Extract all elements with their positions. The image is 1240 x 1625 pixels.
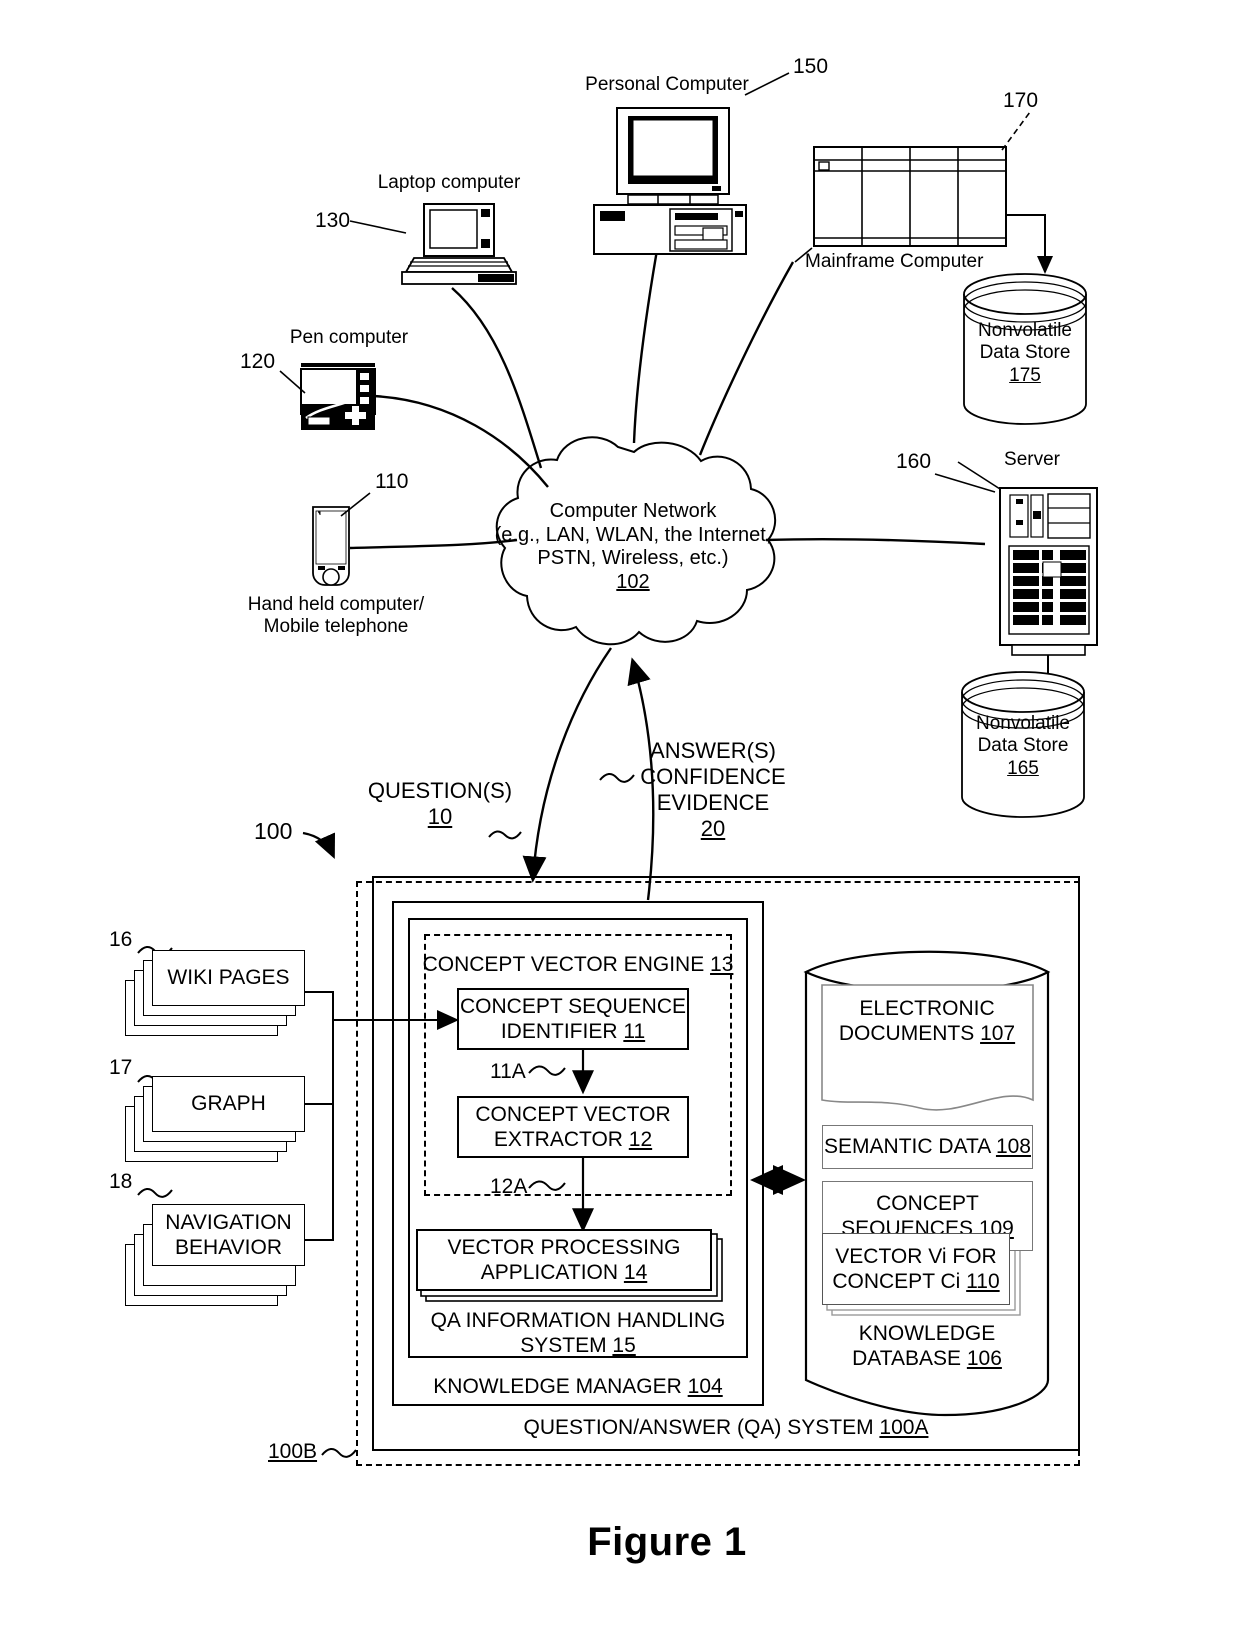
ds165-ref: 165	[1007, 757, 1039, 779]
personal-computer-ref: 150	[793, 55, 829, 78]
questions-ref: 10	[427, 803, 453, 829]
navigation-behavior-box[interactable]: NAVIGATION BEHAVIOR	[152, 1204, 305, 1266]
ed-line2: DOCUMENTS 107	[838, 1021, 1016, 1045]
vpa-line2: APPLICATION 14	[480, 1261, 648, 1284]
navigation-behavior-ref: 18	[109, 1170, 133, 1193]
kdb-line1: KNOWLEDGE	[858, 1322, 996, 1345]
ed-line1: ELECTRONIC	[859, 997, 995, 1020]
graph-ref: 17	[109, 1056, 133, 1079]
concept-sequence-identifier-box[interactable]: CONCEPT SEQUENCE IDENTIFIER 11	[457, 988, 689, 1050]
server-label: Server	[1004, 449, 1060, 470]
qa-ihs-line1: QA INFORMATION HANDLING	[430, 1309, 726, 1332]
wiki-pages-ref: 16	[109, 928, 133, 951]
questions-flow-label: QUESTION(S) 10	[368, 778, 512, 830]
patent-figure-page: Computer Network (e.g., LAN, WLAN, the I…	[0, 0, 1240, 1625]
vector-processing-application-box[interactable]: VECTOR PROCESSING APPLICATION 14	[416, 1229, 712, 1291]
link-12a-label: 12A	[490, 1175, 528, 1198]
wiki-pages-label: WIKI PAGES	[167, 966, 290, 990]
mainframe-data-store-label: Nonvolatile Data Store 175	[978, 320, 1072, 387]
vc-line2: CONCEPT Ci 110	[832, 1270, 1000, 1293]
graph-label: GRAPH	[191, 1092, 266, 1116]
wiki-pages-box[interactable]: WIKI PAGES	[152, 950, 305, 1006]
graph-box[interactable]: GRAPH	[152, 1076, 305, 1132]
ds175-line2: Data Store	[979, 342, 1071, 364]
handheld-label-line1: Hand held computer/	[247, 594, 425, 615]
system-100-ref: 100	[254, 818, 293, 844]
concept-vector-engine-label: CONCEPT VECTOR ENGINE 13	[422, 953, 734, 976]
mainframe-computer-icon	[813, 111, 1053, 274]
cve-line1: CONCEPT VECTOR	[475, 1102, 671, 1126]
vpa-line1: VECTOR PROCESSING	[447, 1235, 681, 1259]
qa-ihs-line2: SYSTEM 15	[520, 1333, 636, 1357]
figure-caption: Figure 1	[587, 1520, 747, 1564]
nav-label-line2: BEHAVIOR	[175, 1236, 282, 1259]
network-ref: 102	[616, 570, 650, 593]
mainframe-computer-label: Mainframe Computer	[805, 251, 984, 272]
cs-line1: CONCEPT	[876, 1191, 979, 1215]
nav-label-line1: NAVIGATION	[165, 1210, 292, 1234]
knowledge-database-label: KNOWLEDGE DATABASE 106	[852, 1322, 1002, 1372]
network-line3: PSTN, Wireless, etc.)	[537, 547, 729, 570]
csi-line1: CONCEPT SEQUENCE	[460, 994, 686, 1018]
ds165-line1: Nonvolatile	[976, 713, 1070, 734]
server-ref: 160	[896, 450, 932, 473]
mainframe-computer-ref: 170	[1003, 89, 1039, 112]
answers-ref: 20	[700, 815, 726, 841]
pen-computer-icon	[300, 363, 376, 430]
laptop-computer-icon	[401, 203, 517, 285]
answers-line3: EVIDENCE	[656, 789, 770, 815]
handheld-computer-icon	[312, 506, 350, 586]
handheld-computer-ref: 110	[375, 470, 409, 493]
personal-computer-label: Personal Computer	[585, 74, 749, 95]
pen-computer-label: Pen computer	[289, 327, 409, 348]
electronic-documents-label: ELECTRONIC DOCUMENTS 107	[839, 997, 1015, 1047]
link-11a-label: 11A	[490, 1060, 526, 1083]
kdb-line2: DATABASE 106	[852, 1346, 1002, 1370]
ds165-line2: Data Store	[977, 735, 1069, 757]
system-100b-ref: 100B	[268, 1440, 318, 1463]
handheld-label-line2: Mobile telephone	[263, 616, 409, 638]
laptop-computer-ref: 130	[315, 209, 351, 232]
qa-system-label: QUESTION/ANSWER (QA) SYSTEM 100A	[523, 1416, 929, 1439]
knowledge-manager-label: KNOWLEDGE MANAGER 104	[433, 1375, 723, 1398]
vc-line1: VECTOR Vi FOR	[835, 1244, 997, 1268]
server-data-store-label: Nonvolatile Data Store 165	[976, 713, 1070, 780]
concept-vector-extractor-box[interactable]: CONCEPT VECTOR EXTRACTOR 12	[457, 1096, 689, 1158]
network-line2: (e.g., LAN, WLAN, the Internet,	[494, 523, 772, 546]
computer-network-label: Computer Network (e.g., LAN, WLAN, the I…	[495, 500, 772, 594]
questions-text: QUESTION(S)	[367, 778, 513, 803]
csi-line2: IDENTIFIER 11	[500, 1020, 646, 1043]
laptop-computer-label: Laptop computer	[377, 172, 521, 193]
vector-for-concept-box[interactable]: VECTOR Vi FOR CONCEPT Ci 110	[822, 1233, 1010, 1305]
personal-computer-icon	[593, 107, 747, 255]
cve-line2: EXTRACTOR 12	[493, 1128, 653, 1151]
answers-line1: ANSWER(S)	[650, 738, 776, 763]
semantic-data-box[interactable]: SEMANTIC DATA 108	[822, 1125, 1033, 1169]
ds175-ref: 175	[1009, 364, 1041, 386]
ds175-line1: Nonvolatile	[978, 320, 1072, 341]
server-icon	[957, 461, 1098, 704]
pen-computer-ref: 120	[240, 350, 276, 373]
answers-flow-label: ANSWER(S) CONFIDENCE EVIDENCE 20	[640, 738, 785, 842]
qa-ihs-label: QA INFORMATION HANDLING SYSTEM 15	[431, 1309, 726, 1359]
answers-line2: CONFIDENCE	[640, 763, 786, 789]
network-title: Computer Network	[549, 500, 717, 522]
sd-label: SEMANTIC DATA	[824, 1135, 991, 1159]
handheld-computer-label: Hand held computer/ Mobile telephone	[248, 594, 424, 639]
